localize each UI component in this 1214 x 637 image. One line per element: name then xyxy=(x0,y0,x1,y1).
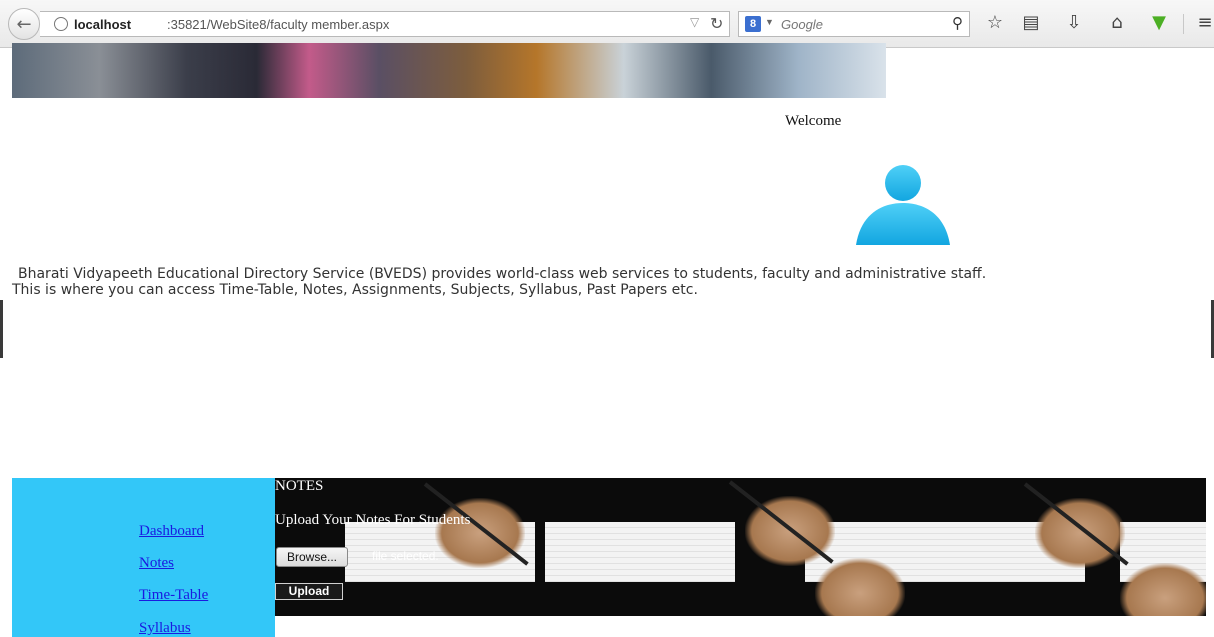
notes-title: NOTES xyxy=(275,478,324,494)
upload-button[interactable]: Upload xyxy=(275,583,343,600)
search-icon[interactable]: ⚲ xyxy=(952,14,963,32)
back-button[interactable]: ← xyxy=(8,8,40,40)
browse-button[interactable]: Browse... xyxy=(276,547,348,567)
reading-list-icon[interactable]: ▤ xyxy=(1019,12,1043,33)
star-icon[interactable]: ☆ xyxy=(983,12,1007,33)
intro-line-2: This is where you can access Time-Table,… xyxy=(12,282,698,298)
toolbar-separator xyxy=(1183,14,1184,34)
back-arrow-icon: ← xyxy=(16,13,32,35)
globe-icon xyxy=(54,17,68,31)
upload-heading: Upload Your Notes For Students xyxy=(275,512,471,528)
banner-image xyxy=(12,43,886,98)
intro-text: Bharati Vidyapeeth Educational Directory… xyxy=(12,266,1192,298)
search-engine-caret-icon[interactable]: ▼ xyxy=(765,17,774,27)
search-bar[interactable]: 8 ▼ Google ⚲ xyxy=(738,11,970,37)
intro-line-1: Bharati Vidyapeeth Educational Directory… xyxy=(18,266,987,282)
notes-panel: NOTES Upload Your Notes For Students Bro… xyxy=(275,478,1206,616)
download-icon[interactable]: ⇩ xyxy=(1062,12,1086,33)
sidebar-item-dashboard[interactable]: Dashboard xyxy=(139,523,204,540)
addon-icon[interactable]: ▼ xyxy=(1147,12,1171,33)
sidebar-item-time-table[interactable]: Time-Table xyxy=(139,587,208,604)
dropdown-icon[interactable]: ▽ xyxy=(690,15,699,29)
browser-toolbar: ← localhost :35821/WebSite8/faculty memb… xyxy=(0,0,1214,48)
url-host: localhost xyxy=(74,17,132,32)
window-edge-left xyxy=(0,300,3,358)
welcome-text: Welcome xyxy=(785,113,842,129)
address-bar[interactable]: localhost :35821/WebSite8/faculty member… xyxy=(40,11,730,37)
menu-icon[interactable]: ≡ xyxy=(1193,12,1214,33)
user-avatar-icon xyxy=(856,165,950,245)
file-status-text: file selected. xyxy=(372,549,439,563)
search-placeholder: Google xyxy=(781,17,823,32)
sidebar-item-syllabus[interactable]: Syllabus xyxy=(139,620,191,637)
sidebar-item-notes[interactable]: Notes xyxy=(139,555,174,572)
sidebar: Dashboard Notes Time-Table Syllabus xyxy=(12,478,275,637)
url-path: :35821/WebSite8/faculty member.aspx xyxy=(167,17,390,32)
reload-icon[interactable]: ↻ xyxy=(710,14,723,34)
search-engine-icon[interactable]: 8 xyxy=(745,16,761,32)
home-icon[interactable]: ⌂ xyxy=(1105,12,1129,33)
